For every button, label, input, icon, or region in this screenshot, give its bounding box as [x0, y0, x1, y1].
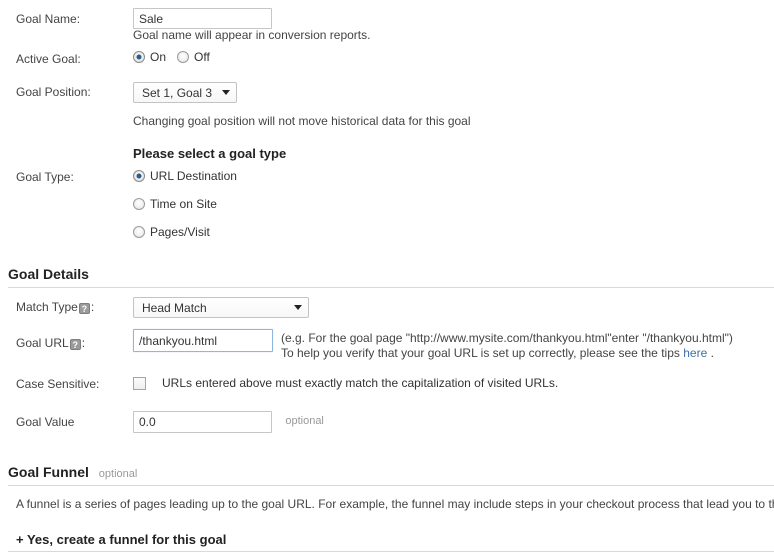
active-goal-radio-group: On Off	[133, 50, 210, 64]
goal-funnel-heading: Goal Funnel optional	[8, 464, 137, 480]
goal-value-input[interactable]	[133, 411, 272, 433]
goal-type-option-url-destination[interactable]: URL Destination	[133, 169, 237, 183]
goal-funnel-heading-text: Goal Funnel	[8, 464, 89, 480]
goal-funnel-divider	[8, 485, 774, 486]
goal-type-label: Goal Type:	[16, 170, 74, 184]
goal-url-hint-line-1: (e.g. For the goal page "http://www.mysi…	[281, 331, 733, 345]
goal-type-option-time-on-site[interactable]: Time on Site	[133, 197, 237, 211]
goal-funnel-optional-label: optional	[98, 468, 138, 480]
goal-name-label: Goal Name:	[16, 12, 81, 26]
case-sensitive-label: Case Sensitive:	[16, 377, 100, 391]
goal-funnel-bottom-divider	[8, 551, 774, 552]
goal-url-label-text: Goal URL	[16, 336, 69, 350]
goal-url-hint-line-2: To help you verify that your goal URL is…	[281, 346, 714, 361]
goal-type-url-destination-label: URL Destination	[150, 169, 237, 183]
goal-url-tips-link[interactable]: here	[683, 346, 707, 360]
match-type-label: Match Type?:	[16, 300, 126, 314]
chevron-down-icon	[294, 305, 302, 310]
goal-position-select-value: Set 1, Goal 3	[142, 85, 213, 100]
goal-type-pages-visit-label: Pages/Visit	[150, 225, 210, 239]
goal-name-note: Goal name will appear in conversion repo…	[133, 28, 371, 42]
case-sensitive-checkbox[interactable]	[133, 376, 146, 390]
match-type-help-icon[interactable]: ?	[78, 303, 90, 314]
active-goal-label: Active Goal:	[16, 52, 81, 66]
case-sensitive-control: URLs entered above must exactly match th…	[133, 376, 558, 390]
goal-type-time-on-site-radio[interactable]	[133, 198, 145, 210]
goal-url-hint-text-after: .	[710, 346, 714, 360]
goal-url-hint-text-before: To help you verify that your goal URL is…	[281, 346, 680, 360]
goal-funnel-description: A funnel is a series of pages leading up…	[16, 497, 774, 511]
goal-type-url-destination-radio[interactable]	[133, 170, 145, 182]
chevron-down-icon	[222, 90, 231, 95]
active-goal-off-label: Off	[194, 50, 210, 64]
goal-type-option-pages-visit[interactable]: Pages/Visit	[133, 225, 237, 239]
active-goal-off-radio[interactable]	[177, 51, 190, 63]
goal-type-pages-visit-radio[interactable]	[133, 226, 145, 238]
match-type-select-value: Head Match	[142, 300, 207, 315]
goal-type-heading: Please select a goal type	[133, 146, 287, 161]
goal-details-heading: Goal Details	[8, 266, 89, 282]
goal-value-label: Goal Value	[16, 415, 75, 429]
goal-position-label: Goal Position:	[16, 85, 91, 99]
match-type-label-suffix: :	[90, 300, 95, 314]
match-type-select[interactable]: Head Match	[133, 297, 309, 318]
active-goal-on-label: On	[150, 50, 167, 64]
goal-position-note: Changing goal position will not move his…	[133, 114, 471, 128]
goal-settings-form: Goal Name: Goal name will appear in conv…	[0, 0, 774, 555]
match-type-label-text: Match Type	[16, 300, 78, 314]
goal-url-help-icon[interactable]: ?	[69, 339, 81, 350]
goal-type-time-on-site-label: Time on Site	[150, 197, 217, 211]
goal-position-select[interactable]: Set 1, Goal 3	[133, 82, 238, 103]
create-funnel-toggle[interactable]: + Yes, create a funnel for this goal	[16, 532, 226, 547]
goal-name-input[interactable]	[133, 8, 272, 29]
active-goal-on-radio[interactable]	[133, 51, 145, 63]
goal-value-optional-label: optional	[285, 415, 324, 427]
goal-url-label: Goal URL?:	[16, 336, 126, 350]
goal-url-label-suffix: :	[81, 336, 86, 350]
case-sensitive-description: URLs entered above must exactly match th…	[162, 376, 559, 390]
goal-details-divider	[8, 287, 774, 288]
goal-url-input[interactable]	[133, 329, 273, 352]
